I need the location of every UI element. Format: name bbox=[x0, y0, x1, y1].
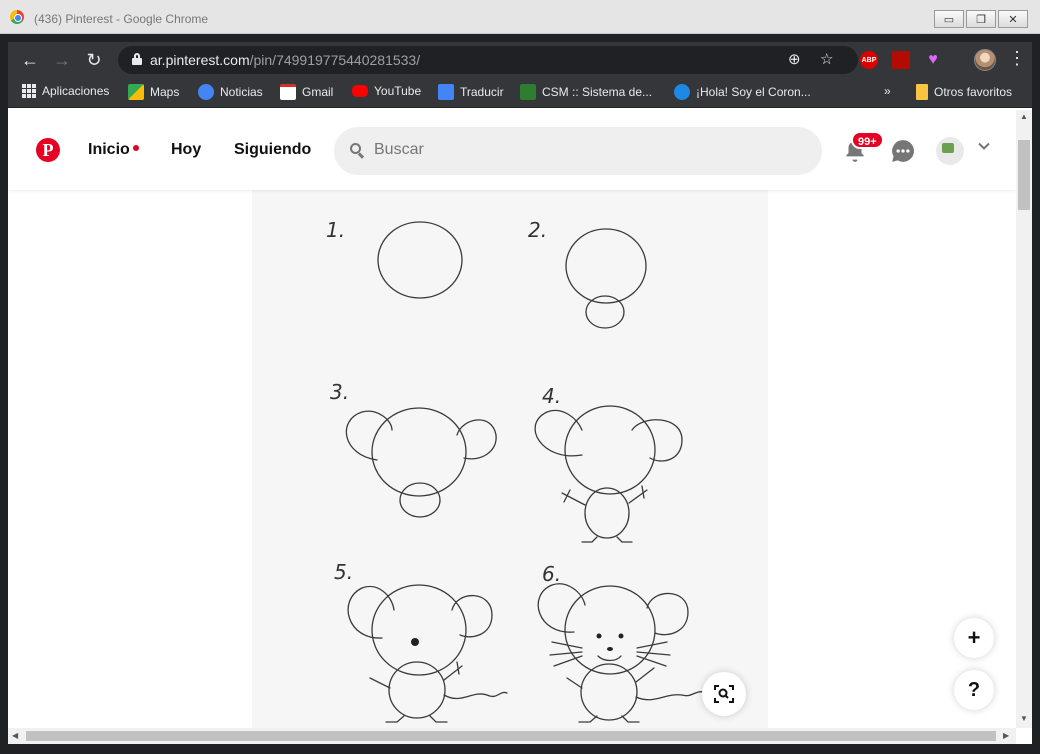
bookmark-otros-favoritos[interactable]: Otros favoritos bbox=[916, 84, 1012, 100]
bookmark-label: Gmail bbox=[302, 85, 334, 99]
nav-inicio-label: Inicio bbox=[88, 141, 130, 158]
tab-strip bbox=[8, 34, 1032, 42]
address-bar[interactable]: ar.pinterest.com/pin/749919775440281533/… bbox=[118, 46, 858, 74]
nav-inicio[interactable]: Inicio bbox=[88, 141, 139, 159]
pinterest-logo-icon[interactable]: P bbox=[36, 138, 60, 162]
new-dot-icon bbox=[132, 144, 139, 151]
nav-hoy[interactable]: Hoy bbox=[171, 141, 201, 159]
bookmark-gmail[interactable]: Gmail bbox=[280, 84, 333, 100]
window-frame-left bbox=[0, 34, 8, 754]
vertical-scrollbar[interactable]: ▲ ▼ bbox=[1016, 110, 1032, 728]
close-button[interactable]: ✕ bbox=[998, 10, 1028, 28]
user-avatar[interactable] bbox=[936, 137, 964, 165]
window-frame-right bbox=[1032, 34, 1040, 754]
forward-arrow-icon[interactable]: → bbox=[52, 50, 72, 70]
chrome-logo-icon bbox=[10, 10, 24, 24]
bookmark-label: ¡Hola! Soy el Coron... bbox=[696, 85, 811, 99]
url-path: /pin/749919775440281533/ bbox=[249, 52, 421, 68]
menu-kebab-icon[interactable]: ⋮ bbox=[1008, 48, 1026, 69]
bookmark-label: Otros favoritos bbox=[934, 85, 1013, 99]
vertical-scroll-thumb[interactable] bbox=[1018, 140, 1030, 210]
lock-icon[interactable] bbox=[132, 53, 142, 65]
restore-button[interactable]: ❐ bbox=[966, 10, 996, 28]
hola-icon bbox=[674, 84, 690, 100]
notification-badge: 99+ bbox=[851, 131, 884, 149]
bookmark-maps[interactable]: Maps bbox=[128, 84, 179, 100]
bookmark-label: CSM :: Sistema de... bbox=[542, 85, 653, 99]
page-content: P Inicio Hoy Siguiendo 99+ 1. 2. 3. 4. 5… bbox=[8, 110, 1016, 728]
window-controls: ▭ ❐ ✕ bbox=[934, 10, 1028, 28]
pin-image[interactable]: 1. 2. 3. 4. 5. 6. bbox=[252, 190, 768, 728]
bookmark-hola[interactable]: ¡Hola! Soy el Coron... bbox=[674, 84, 811, 100]
chevron-down-icon[interactable] bbox=[978, 140, 990, 152]
add-circle-icon[interactable]: ⊕ bbox=[788, 50, 801, 70]
horizontal-scroll-thumb[interactable] bbox=[26, 731, 996, 741]
apps-icon bbox=[22, 84, 36, 98]
search-icon bbox=[350, 143, 365, 159]
mouse-drawing-steps bbox=[345, 221, 705, 723]
url-text[interactable]: ar.pinterest.com/pin/749919775440281533/ bbox=[150, 52, 420, 68]
help-button[interactable]: ? bbox=[954, 670, 994, 710]
search-input[interactable] bbox=[374, 141, 774, 159]
bookmarks-overflow-button[interactable]: » bbox=[884, 84, 891, 98]
bookmark-noticias[interactable]: Noticias bbox=[198, 84, 263, 100]
bookmark-label: YouTube bbox=[374, 84, 422, 98]
reload-icon[interactable]: ↻ bbox=[84, 50, 104, 70]
bookmarks-bar: Aplicaciones Maps Noticias Gmail YouTube… bbox=[8, 78, 1032, 108]
browser-toolbar: ← → ↻ ar.pinterest.com/pin/7499197754402… bbox=[8, 42, 1032, 78]
folder-icon bbox=[916, 84, 928, 100]
bookmark-label: Aplicaciones bbox=[42, 84, 110, 98]
back-arrow-icon[interactable]: ← bbox=[20, 50, 40, 70]
profile-avatar[interactable] bbox=[974, 49, 996, 71]
search-bar[interactable] bbox=[334, 127, 822, 175]
translate-icon bbox=[438, 84, 454, 100]
visual-search-button[interactable] bbox=[702, 672, 746, 716]
csm-icon bbox=[520, 84, 536, 100]
url-host: ar.pinterest.com bbox=[150, 52, 250, 68]
window-frame-bottom bbox=[0, 744, 1040, 754]
youtube-icon bbox=[352, 85, 368, 97]
maps-icon bbox=[128, 84, 144, 100]
minimize-button[interactable]: ▭ bbox=[934, 10, 964, 28]
scroll-down-arrow-icon[interactable]: ▼ bbox=[1020, 714, 1028, 723]
news-icon bbox=[198, 84, 214, 100]
pinterest-header: P Inicio Hoy Siguiendo 99+ bbox=[8, 110, 1016, 190]
bookmark-label: Noticias bbox=[220, 85, 263, 99]
scroll-right-arrow-icon[interactable]: ▶ bbox=[1003, 731, 1009, 740]
pdf-icon[interactable] bbox=[892, 51, 910, 69]
bookmark-youtube[interactable]: YouTube bbox=[352, 84, 421, 98]
bookmark-aplicaciones[interactable]: Aplicaciones bbox=[22, 84, 109, 98]
adblock-icon[interactable]: ABP bbox=[860, 51, 878, 69]
window-titlebar: (436) Pinterest - Google Chrome ▭ ❐ ✕ bbox=[0, 0, 1040, 34]
scroll-left-arrow-icon[interactable]: ◀ bbox=[12, 731, 18, 740]
gmail-icon bbox=[280, 84, 296, 100]
messages-icon[interactable] bbox=[890, 138, 916, 164]
scroll-up-arrow-icon[interactable]: ▲ bbox=[1020, 112, 1028, 121]
bookmark-csm[interactable]: CSM :: Sistema de... bbox=[520, 84, 652, 100]
add-button[interactable]: + bbox=[954, 618, 994, 658]
heart-icon[interactable]: ♥ bbox=[924, 51, 942, 69]
window-title: (436) Pinterest - Google Chrome bbox=[34, 12, 209, 26]
star-icon[interactable]: ☆ bbox=[820, 50, 833, 70]
nav-siguiendo[interactable]: Siguiendo bbox=[234, 141, 311, 159]
bookmark-label: Maps bbox=[150, 85, 180, 99]
bookmark-traducir[interactable]: Traducir bbox=[438, 84, 504, 100]
visual-search-icon bbox=[714, 685, 734, 703]
horizontal-scrollbar[interactable]: ◀ ▶ bbox=[8, 728, 1016, 744]
bookmark-label: Traducir bbox=[460, 85, 504, 99]
